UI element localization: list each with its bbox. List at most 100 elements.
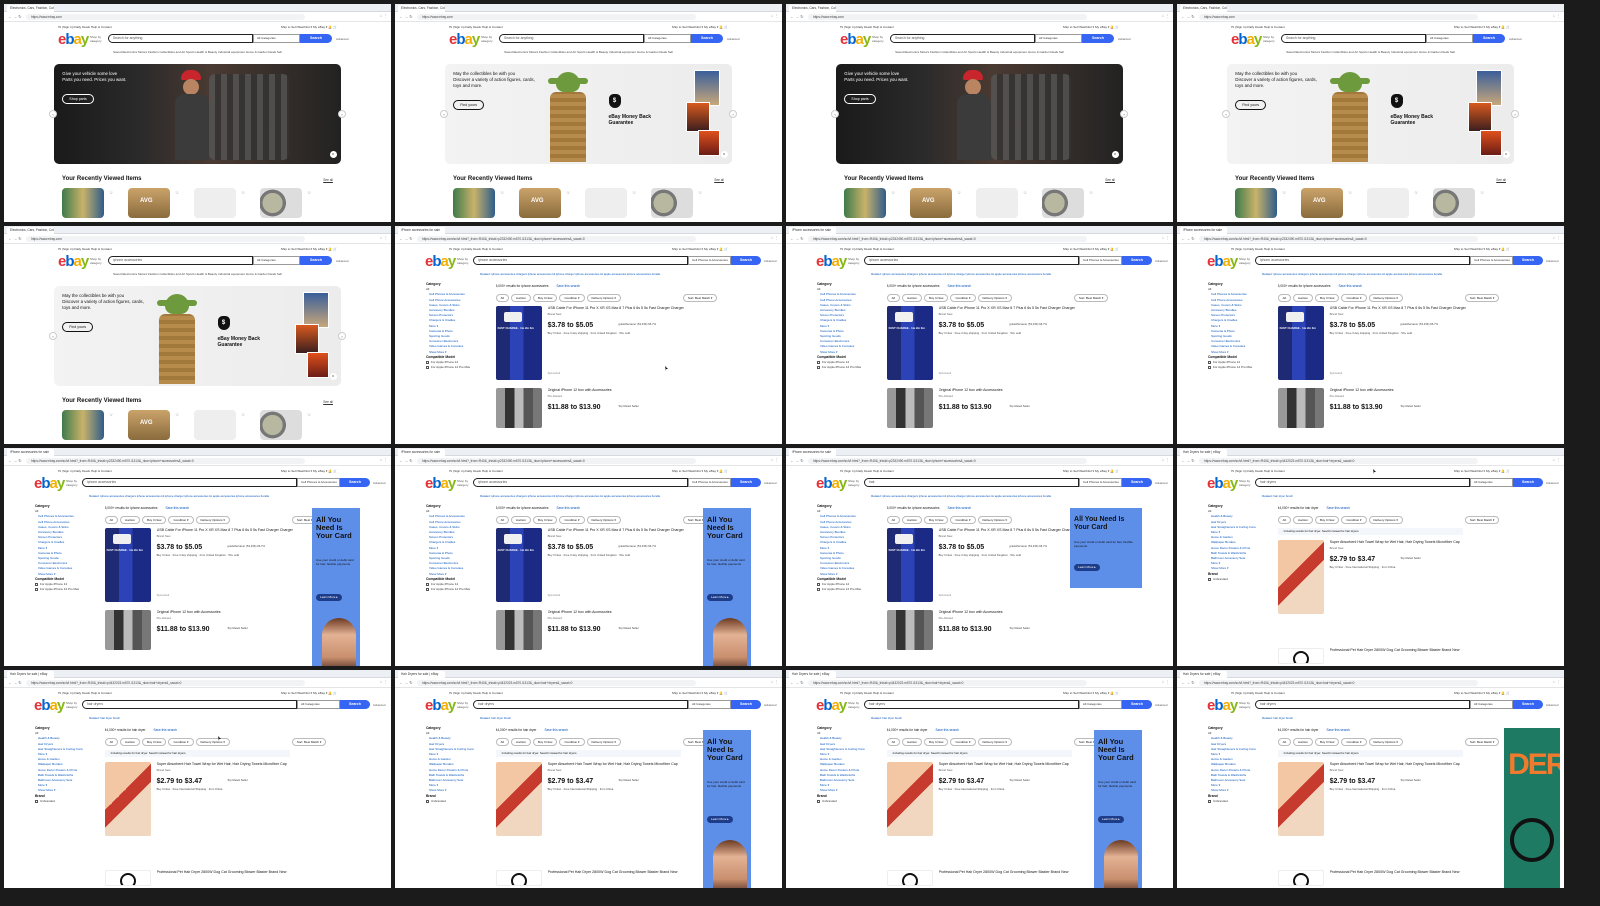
address-bar[interactable]: https://www.ebay.com/sch/i.html?_from=R4… <box>1199 680 1478 686</box>
compatible-model-option[interactable]: For Apple iPhone 12 Pro Max <box>1207 365 1270 370</box>
result-item[interactable]: Professional Pet Hair Dryer 2800W Dog Ca… <box>1277 648 1533 666</box>
back-forward-reload-icons[interactable]: ← → ↻ <box>8 14 22 19</box>
ebay-logo[interactable]: ebay <box>425 476 456 492</box>
shop-by-category-button[interactable]: Shop by category <box>457 701 473 709</box>
checkbox[interactable] <box>425 360 429 364</box>
item-thumbnail[interactable] <box>104 870 151 886</box>
ebay-logo[interactable]: ebay <box>58 32 89 48</box>
item-thumbnail[interactable] <box>1277 762 1324 836</box>
search-input[interactable]: iphone accessories <box>864 256 1079 265</box>
browser-tab[interactable]: iPhone accessories for sale <box>398 227 445 234</box>
carousel-pause-button[interactable]: II <box>329 151 337 158</box>
banner-cta-button[interactable]: Shop parts <box>62 94 94 104</box>
browser-tab[interactable]: iPhone accessories for sale <box>398 449 445 456</box>
checkbox[interactable] <box>34 799 38 803</box>
result-item[interactable]: Professional Pet Hair Dryer 2800W Dog Ca… <box>104 870 360 888</box>
result-item[interactable]: Professional Pet Hair Dryer 2800W Dog Ca… <box>1277 870 1533 888</box>
category-select[interactable]: Cell Phones & Accessories <box>688 478 731 487</box>
watch-heart-icon[interactable]: ♡ <box>956 190 963 196</box>
carousel-pause-button[interactable]: II <box>1111 151 1119 158</box>
browser-tab[interactable]: Electronics, Cars, Fashion, Coll... <box>7 5 54 12</box>
address-bar[interactable]: https://www.ebay.com <box>417 14 696 20</box>
search-button[interactable]: Search <box>300 34 332 43</box>
carousel-next-button[interactable]: › <box>338 332 346 340</box>
browser-tab[interactable]: Electronics, Cars, Fashion, Coll... <box>789 5 836 12</box>
save-search-link[interactable]: Save this search <box>935 728 959 732</box>
address-bar[interactable]: https://www.ebay.com/sch/i.html?_from=R4… <box>26 458 305 464</box>
item-thumbnail[interactable] <box>886 388 933 428</box>
ad-learn-more-button[interactable]: Learn More ▸ <box>707 816 733 823</box>
filter-chip[interactable]: Condition ▾ <box>559 738 585 746</box>
address-bar[interactable]: https://www.ebay.com/sch/i.html?_from=R4… <box>1199 236 1478 242</box>
search-input[interactable]: Search for anything <box>890 34 1035 43</box>
browser-menu-icons[interactable]: ☆ ⋮ <box>1552 458 1560 462</box>
back-forward-reload-icons[interactable]: ← → ↻ <box>399 680 413 685</box>
watch-heart-icon[interactable]: ♡ <box>697 190 704 196</box>
watch-heart-icon[interactable]: ♡ <box>306 412 313 418</box>
watch-heart-icon[interactable]: ♡ <box>1088 190 1095 196</box>
advanced-search-link[interactable]: Advanced <box>1118 37 1130 41</box>
search-input[interactable]: iphone accessories <box>82 478 297 487</box>
browser-menu-icons[interactable]: ☆ ⋮ <box>379 458 387 462</box>
category-navigation[interactable]: Saved Electronics Motors Fashion Collect… <box>395 50 782 58</box>
item-thumbnail[interactable] <box>1277 388 1324 428</box>
top-nav-left-links[interactable]: Hi (Sign in) Daily Deals Help & Contact <box>449 691 502 695</box>
recently-viewed-item[interactable]: AVG <box>519 188 562 218</box>
shop-by-category-button[interactable]: Shop by category <box>872 35 888 43</box>
filter-chip[interactable]: Auction <box>119 738 140 746</box>
recently-viewed-item[interactable]: AVG <box>128 410 171 440</box>
related-searches[interactable]: Related: iphone accessories chargers iph… <box>395 272 782 279</box>
browser-menu-icons[interactable]: ☆ ⋮ <box>1552 236 1560 240</box>
filter-chip[interactable]: Buy It Now <box>923 738 949 746</box>
filter-chip[interactable]: Condition ▾ <box>559 516 585 524</box>
brand-option[interactable]: Unbranded <box>34 799 97 804</box>
item-thumbnail[interactable] <box>104 610 151 650</box>
address-bar[interactable]: https://www.ebay.com <box>26 14 305 20</box>
filter-chip[interactable]: Delivery Options ▾ <box>1368 738 1403 746</box>
ebay-logo[interactable]: ebay <box>425 254 456 270</box>
advanced-search-link[interactable]: Advanced <box>336 259 348 263</box>
category-navigation[interactable]: Saved Electronics Motors Fashion Collect… <box>4 50 391 58</box>
search-button[interactable]: Search <box>340 478 370 487</box>
ebay-logo[interactable]: ebay <box>1231 32 1262 48</box>
brand-option[interactable]: Unbranded <box>1207 799 1270 804</box>
browser-tab[interactable]: Hair Dryers for sale | eBay <box>398 671 445 678</box>
top-nav-left-links[interactable]: Hi (Sign in) Daily Deals Help & Contact <box>58 691 111 695</box>
filter-chip[interactable]: Delivery Options ▾ <box>977 738 1012 746</box>
ad-learn-more-button[interactable]: Learn More ▸ <box>1074 564 1100 571</box>
filter-chip[interactable]: Auction <box>901 516 922 524</box>
result-item[interactable]: Super Absorbent Hair Towel Wrap for Wet … <box>104 762 360 838</box>
browser-tab[interactable]: Electronics, Cars, Fashion, Coll... <box>398 5 445 12</box>
browser-menu-icons[interactable]: ☆ ⋮ <box>1161 458 1169 462</box>
filter-chip[interactable]: All <box>495 738 509 746</box>
related-searches[interactable]: Related: hair dryer brush <box>1177 494 1564 501</box>
banner-cta-button[interactable]: Find yours <box>1235 100 1267 110</box>
watch-heart-icon[interactable]: ♡ <box>631 190 638 196</box>
result-item[interactable]: USB Cable For iPhone 11 Pro X XR XS Max … <box>1277 306 1533 382</box>
related-searches[interactable]: Related: iphone accessories chargers iph… <box>786 272 1173 279</box>
ebay-logo[interactable]: ebay <box>34 698 65 714</box>
item-thumbnail[interactable] <box>886 610 933 650</box>
watch-heart-icon[interactable]: ♡ <box>1281 190 1288 196</box>
filter-chip[interactable]: Buy It Now <box>1314 516 1340 524</box>
watch-heart-icon[interactable]: ♡ <box>174 190 181 196</box>
ebay-logo[interactable]: ebay <box>816 476 847 492</box>
shop-by-category-button[interactable]: Shop by category <box>848 701 864 709</box>
category-select[interactable]: Cell Phones & Accessories <box>1079 256 1122 265</box>
carousel-prev-button[interactable]: ‹ <box>831 110 839 118</box>
advanced-search-link[interactable]: Advanced <box>1155 703 1167 707</box>
sort-dropdown[interactable]: Sort: Best Match ▾ <box>1464 738 1500 746</box>
recently-viewed-item[interactable]: AVG <box>128 188 171 218</box>
address-bar[interactable]: https://www.ebay.com/sch/i.html?_from=R4… <box>808 458 1087 464</box>
advertisement-card[interactable]: All You Need Is Your Card Use your credit… <box>703 508 752 666</box>
browser-tab[interactable]: iPhone accessories for sale <box>1180 227 1227 234</box>
hero-banner-collectibles[interactable]: May the collectibles be with you Discover… <box>54 286 341 386</box>
advertisement-motorcycle[interactable]: DER REGISTER NOW! <box>1504 728 1561 888</box>
category-select[interactable]: All Categories <box>1035 34 1082 43</box>
advanced-search-link[interactable]: Advanced <box>336 37 348 41</box>
banner-cta-button[interactable]: Shop parts <box>844 94 876 104</box>
browser-tab[interactable]: Hair Dryers for sale | eBay <box>7 671 54 678</box>
checkbox[interactable] <box>816 365 820 369</box>
advertisement-card[interactable]: All You Need Is Your Card Use your credit… <box>1070 508 1143 588</box>
search-button[interactable]: Search <box>1513 256 1543 265</box>
